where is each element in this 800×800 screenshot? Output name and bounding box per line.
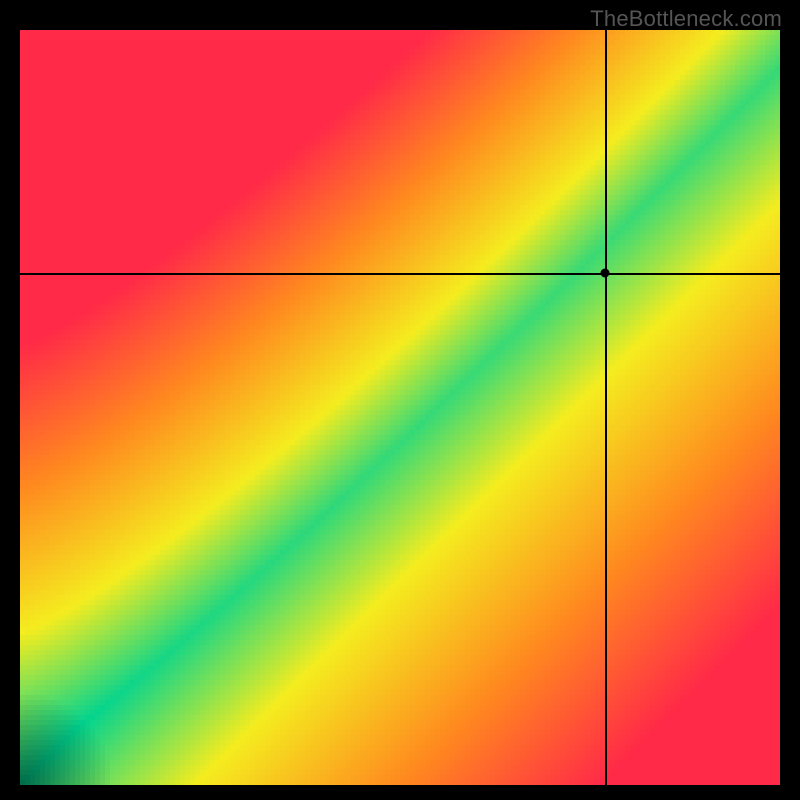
plot-area: [20, 30, 780, 785]
heatmap-canvas: [20, 30, 780, 785]
marker-dot: [601, 269, 610, 278]
watermark-text: TheBottleneck.com: [590, 6, 782, 32]
crosshair-vertical: [605, 30, 607, 785]
chart-frame: TheBottleneck.com: [0, 0, 800, 800]
crosshair-horizontal: [20, 273, 780, 275]
